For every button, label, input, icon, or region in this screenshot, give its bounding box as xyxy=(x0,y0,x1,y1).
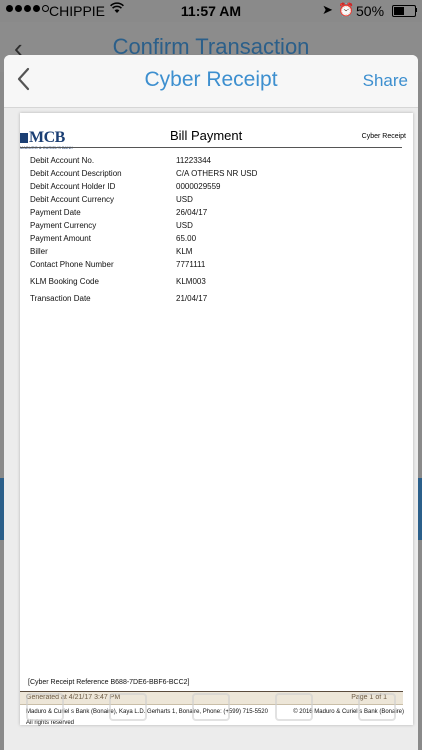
watermark-icon xyxy=(274,693,313,721)
field-label: Debit Account Currency xyxy=(30,195,115,204)
receipt-heading: Bill Payment xyxy=(170,128,243,143)
battery-icon xyxy=(392,5,416,17)
receipt-fields: Debit Account No. 11223344 Debit Account … xyxy=(30,156,390,307)
background-accent-right xyxy=(418,478,422,540)
field-label: Debit Account No. xyxy=(30,156,95,165)
field-row: Debit Account Holder ID 0000029559 xyxy=(30,182,390,195)
field-row: Biller KLM xyxy=(30,247,390,260)
receipt-type-label: Cyber Receipt xyxy=(361,133,406,140)
logo-text: MCB xyxy=(29,129,65,146)
field-row: Debit Account Description C/A OTHERS NR U… xyxy=(30,169,390,182)
receipt-reference: [Cyber Receipt Reference B688-7DE6-BBF6-… xyxy=(28,679,190,686)
field-row: Payment Amount 65.00 xyxy=(30,234,390,247)
field-value: 11223344 xyxy=(176,156,211,165)
battery-percentage: 50% xyxy=(356,3,385,19)
field-value: 65.00 xyxy=(176,234,197,243)
location-arrow-icon: ➤ xyxy=(322,2,333,17)
watermark-icon xyxy=(191,693,230,721)
field-value: 21/04/17 xyxy=(176,294,208,303)
field-value: KLM xyxy=(176,247,193,256)
field-value: USD xyxy=(176,221,193,230)
field-label: Payment Amount xyxy=(30,234,91,243)
field-value: 7771111 xyxy=(176,260,206,269)
field-label: Debit Account Holder ID xyxy=(30,182,116,191)
watermark-icon xyxy=(26,693,65,721)
watermark-icon xyxy=(109,693,148,721)
status-bar: CHIPPIE 11:57 AM ➤ ⏰ 50% xyxy=(0,0,422,22)
field-value: C/A OTHERS NR USD xyxy=(176,169,258,178)
field-row: Payment Currency USD xyxy=(30,221,390,234)
field-value: 0000029559 xyxy=(176,182,221,191)
field-row: Transaction Date 21/04/17 xyxy=(30,294,390,307)
field-label: Debit Account Description xyxy=(30,169,122,178)
field-value: USD xyxy=(176,195,193,204)
field-label: Contact Phone Number xyxy=(30,260,114,269)
receipt-document: MCB MADURO & CURIEL'S BANK Bill Payment … xyxy=(20,113,413,726)
alarm-clock-icon: ⏰ xyxy=(338,2,355,17)
field-value: 26/04/17 xyxy=(176,208,208,217)
share-button[interactable]: Share xyxy=(363,71,408,91)
field-label: Biller xyxy=(30,247,48,256)
field-label: Payment Currency xyxy=(30,221,97,230)
field-label: KLM Booking Code xyxy=(30,277,99,286)
field-row: KLM Booking Code KLM003 xyxy=(30,277,390,290)
watermark-icon xyxy=(357,693,396,721)
modal-title: Cyber Receipt xyxy=(144,68,278,91)
receipt-header: MCB MADURO & CURIEL'S BANK Bill Payment … xyxy=(20,125,413,150)
header-divider xyxy=(20,147,402,148)
battery-tip xyxy=(415,8,417,12)
field-row: Contact Phone Number 7771111 xyxy=(30,260,390,273)
field-row: Debit Account Currency USD xyxy=(30,195,390,208)
field-value: KLM003 xyxy=(176,277,206,286)
field-row: Debit Account No. 11223344 xyxy=(30,156,390,169)
field-label: Payment Date xyxy=(30,208,81,217)
field-label: Transaction Date xyxy=(30,294,91,303)
modal-nav-bar: Cyber Receipt Share xyxy=(4,55,418,108)
logo-flag-icon xyxy=(20,133,28,143)
cyber-receipt-modal: Cyber Receipt Share MCB MADURO & CURIEL'… xyxy=(4,55,418,750)
modal-watermark-row xyxy=(4,693,418,721)
field-row: Payment Date 26/04/17 xyxy=(30,208,390,221)
